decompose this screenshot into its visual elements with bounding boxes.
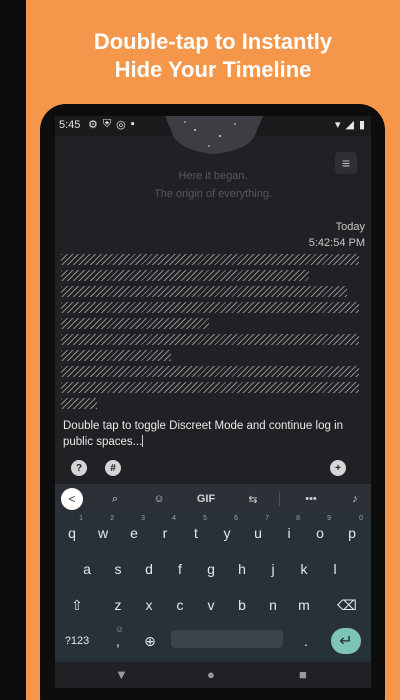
- space-key[interactable]: [171, 630, 283, 648]
- starry-notch: [165, 116, 263, 154]
- nav-back-button[interactable]: ▼: [115, 667, 128, 682]
- compose-field[interactable]: Double tap to toggle Discreet Mode and c…: [63, 418, 363, 450]
- add-button[interactable]: +: [330, 460, 346, 476]
- key-t[interactable]: t5: [181, 515, 211, 550]
- key-y[interactable]: y6: [212, 515, 242, 550]
- gear-icon: ⚙: [88, 119, 98, 131]
- key-v[interactable]: v: [196, 588, 226, 622]
- key-z[interactable]: z: [103, 588, 133, 622]
- hidden-line: [61, 350, 171, 361]
- key-p[interactable]: p0: [337, 515, 367, 550]
- hidden-line: [61, 254, 359, 265]
- key-l[interactable]: l: [320, 552, 350, 586]
- toolbar-divider: [279, 492, 280, 506]
- translate-icon[interactable]: ⇆: [243, 489, 263, 509]
- shield-icon: ⛨: [102, 118, 112, 130]
- keyboard-back-button[interactable]: <: [61, 488, 83, 510]
- compose-text: Double tap to toggle Discreet Mode and c…: [63, 420, 344, 448]
- key-b[interactable]: b: [227, 588, 257, 622]
- mic-icon[interactable]: ♪: [345, 489, 365, 509]
- language-key[interactable]: ⊕: [135, 624, 165, 658]
- key-i[interactable]: i8: [274, 515, 304, 550]
- keyboard-toolbar: < ⌕ ☺ GIF ⇆ ••• ♪: [55, 484, 371, 514]
- key-s[interactable]: s: [103, 552, 133, 586]
- enter-key[interactable]: ↵: [331, 628, 361, 654]
- key-x[interactable]: x: [134, 588, 164, 622]
- hidden-line: [61, 382, 359, 393]
- key-a[interactable]: a: [72, 552, 102, 586]
- sticker-icon[interactable]: ☺: [149, 489, 169, 509]
- sd-card-icon: ▪: [130, 118, 135, 130]
- key-c[interactable]: c: [165, 588, 195, 622]
- key-k[interactable]: k: [289, 552, 319, 586]
- battery-icon: ▮: [358, 119, 365, 131]
- key-m[interactable]: m: [289, 588, 319, 622]
- shift-icon: ⇧: [71, 596, 83, 613]
- more-icon[interactable]: •••: [301, 489, 321, 509]
- navigation-bar: ▼ ● ■: [55, 662, 371, 688]
- key-d[interactable]: d: [134, 552, 164, 586]
- gif-button[interactable]: GIF: [193, 489, 219, 509]
- key-j[interactable]: j: [258, 552, 288, 586]
- symbols-key[interactable]: ?123: [57, 624, 97, 658]
- status-time: 5:45: [59, 119, 81, 131]
- comma-key[interactable]: , ☺: [103, 624, 133, 658]
- wifi-icon: ▾: [334, 119, 341, 131]
- backspace-key[interactable]: ⌫: [329, 588, 365, 622]
- key-q[interactable]: q1: [57, 515, 87, 550]
- keyboard: q1 w2 e3 r4 t5 y6 u7 i8 o9 p0 a s d f g …: [55, 514, 371, 662]
- phone-screen: 5:45 ⚙ ⛨ ◎ ▪ ▾ ◢ ▮ ≡ Here it began. The …: [55, 116, 371, 688]
- hidden-line: [61, 302, 359, 313]
- key-r[interactable]: r4: [150, 515, 180, 550]
- nav-home-button[interactable]: ●: [207, 667, 215, 682]
- hidden-line: [61, 398, 97, 409]
- enter-icon: ↵: [339, 633, 353, 650]
- hidden-line: [61, 334, 359, 345]
- entry-date: Today: [335, 221, 365, 233]
- key-h[interactable]: h: [227, 552, 257, 586]
- key-e[interactable]: e3: [119, 515, 149, 550]
- origin-subtitle: The origin of everything.: [153, 188, 272, 200]
- signal-icon: ◢: [345, 119, 354, 131]
- hidden-line: [61, 270, 309, 281]
- key-o[interactable]: o9: [305, 515, 335, 550]
- key-g[interactable]: g: [196, 552, 226, 586]
- entry-time: 5:42:54 PM: [308, 237, 365, 249]
- key-w[interactable]: w2: [88, 515, 118, 550]
- sync-icon: ◎: [116, 119, 126, 131]
- backspace-icon: ⌫: [337, 596, 357, 613]
- key-u[interactable]: u7: [243, 515, 273, 550]
- hashtag-button[interactable]: #: [105, 460, 121, 476]
- key-f[interactable]: f: [165, 552, 195, 586]
- headline-line-2: Hide Your Timeline: [114, 57, 312, 82]
- period-key[interactable]: .: [291, 624, 321, 658]
- hidden-line: [61, 318, 209, 329]
- nav-recents-button[interactable]: ■: [299, 667, 307, 682]
- hidden-line: [61, 286, 347, 297]
- text-cursor: [142, 435, 144, 447]
- headline: Double-tap to Instantly Hide Your Timeli…: [26, 28, 400, 84]
- key-n[interactable]: n: [258, 588, 288, 622]
- menu-icon: ≡: [341, 155, 351, 171]
- search-icon[interactable]: ⌕: [105, 489, 125, 509]
- shift-key[interactable]: ⇧: [59, 588, 95, 622]
- globe-icon: ⊕: [144, 632, 156, 649]
- origin-title: Here it began.: [178, 170, 248, 182]
- headline-line-1: Double-tap to Instantly: [93, 29, 333, 54]
- hidden-line: [61, 366, 359, 377]
- help-button[interactable]: ?: [71, 460, 87, 476]
- left-edge-strip: [0, 0, 26, 700]
